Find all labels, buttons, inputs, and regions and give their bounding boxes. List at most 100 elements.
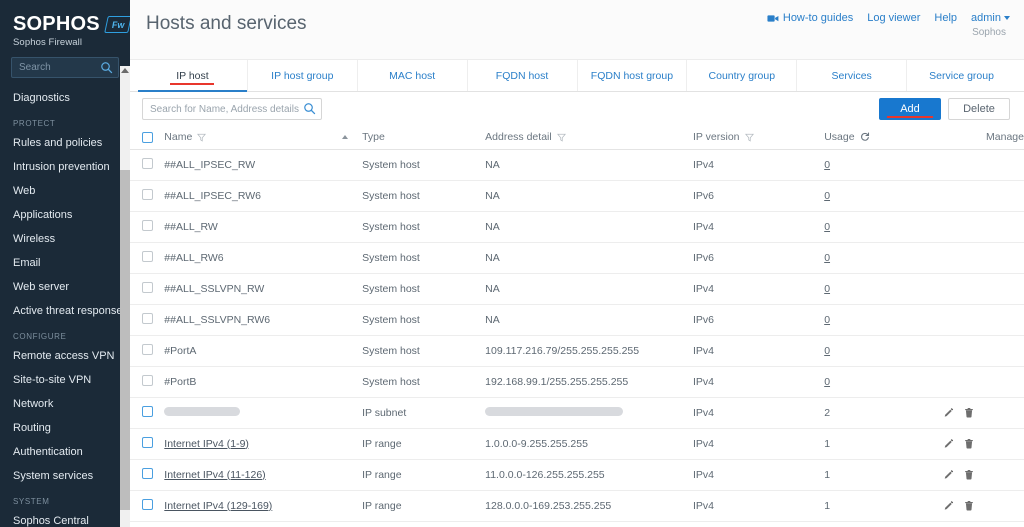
sidebar-item-intrusion-prevention[interactable]: Intrusion prevention [0,155,130,179]
sidebar-item-system-services[interactable]: System services [0,464,130,488]
cell-type: IP range [362,459,486,491]
table-row[interactable]: #PortB System host 192.168.99.1/255.255.25… [130,366,1024,398]
sort-ascending-icon[interactable] [342,135,349,140]
row-checkbox[interactable] [142,374,153,386]
cell-type: IP range [362,428,486,460]
header-link-how-to-guides[interactable]: How-to guides [767,12,853,24]
table-row[interactable]: ##ALL_SSLVPN_RW System host NA IPv4 0 [130,273,1024,305]
table-row[interactable]: Internet IPv4 (129-169) IP range 128.0.0.0… [130,490,1024,522]
tab-fqdn-host-group[interactable]: FQDN host group [578,60,688,91]
row-checkbox[interactable] [142,219,153,231]
usage-value[interactable]: 0 [824,252,830,264]
tab-services[interactable]: Services [797,60,908,91]
row-checkbox[interactable] [142,405,153,417]
table-row[interactable]: ##ALL_RW System host NA IPv4 0 [130,211,1024,243]
usage-value[interactable]: 0 [824,159,830,171]
tab-label: IP host [176,69,209,82]
sidebar-item-label: System services [13,470,94,482]
column-header-usage[interactable]: Usage [824,126,944,150]
host-name[interactable]: Internet IPv4 (1-9) [164,438,249,450]
usage-value[interactable]: 0 [824,376,830,388]
usage-value[interactable]: 0 [824,345,830,357]
table-row[interactable]: Internet IPv4 (1-9) IP range 1.0.0.0-9.255… [130,428,1024,460]
row-checkbox[interactable] [142,467,153,479]
column-header-manage[interactable]: Manage [943,126,1024,150]
sidebar-item-remote-access-vpn[interactable]: Remote access VPN [0,344,130,368]
row-checkbox[interactable] [142,157,153,169]
sidebar-item-diagnostics[interactable]: Diagnostics [0,86,130,110]
sidebar-item-web-server[interactable]: Web server [0,275,130,299]
sidebar-item-sophos-central[interactable]: Sophos Central [0,509,130,527]
cell-usage: 0 [824,335,944,367]
sidebar-scrollbar[interactable] [120,66,130,527]
usage-value[interactable]: 0 [824,221,830,233]
sidebar-item-applications[interactable]: Applications [0,203,130,227]
scroll-up-arrow-icon[interactable] [121,68,129,73]
table-row[interactable]: ##ALL_IPSEC_RW System host NA IPv4 0 [130,149,1024,181]
row-checkbox[interactable] [142,343,153,355]
table-row[interactable]: ##ALL_IPSEC_RW6 System host NA IPv6 0 [130,180,1024,212]
edit-icon[interactable] [943,438,955,450]
usage-value[interactable]: 0 [824,314,830,326]
delete-button[interactable]: Delete [948,98,1010,120]
tab-fqdn-host[interactable]: FQDN host [468,60,578,91]
tab-service-group[interactable]: Service group [907,60,1016,91]
column-header-address[interactable]: Address detail [485,126,694,150]
row-checkbox[interactable] [142,188,153,200]
header-link-admin[interactable]: admin [971,12,1010,24]
table-row[interactable]: Internet IPv4 (11-126) IP range 11.0.0.0-1… [130,459,1024,491]
edit-icon[interactable] [943,500,955,512]
delete-icon[interactable] [963,469,975,481]
column-header-version[interactable]: IP version [693,126,825,150]
column-header-name[interactable]: Name [164,126,363,150]
table-row[interactable]: ##ALL_SSLVPN_RW6 System host NA IPv6 0 [130,304,1024,336]
table-row[interactable]: ##ALL_RW6 System host NA IPv6 0 [130,242,1024,274]
delete-icon[interactable] [963,438,975,450]
host-name[interactable]: Internet IPv4 (129-169) [164,500,272,512]
sidebar-item-web[interactable]: Web [0,179,130,203]
filter-icon[interactable] [744,133,754,142]
host-name: ##ALL_IPSEC_RW [164,158,256,171]
usage-value[interactable]: 0 [824,283,830,295]
sidebar-item-network[interactable]: Network [0,392,130,416]
tab-mac-host[interactable]: MAC host [358,60,468,91]
sidebar-item-site-to-site-vpn[interactable]: Site-to-site VPN [0,368,130,392]
cell-manage [943,273,1024,305]
sidebar-item-email[interactable]: Email [0,251,130,275]
tab-label: IP host group [271,69,334,82]
scrollbar-thumb[interactable] [120,170,130,510]
edit-icon[interactable] [943,469,955,481]
delete-icon[interactable] [963,500,975,512]
add-button[interactable]: Add [879,98,941,120]
tab-label: FQDN host group [590,69,674,82]
table-row[interactable]: IP subnet IPv4 2 [130,397,1024,429]
table-search-input[interactable] [143,103,321,115]
tab-country-group[interactable]: Country group [687,60,798,91]
sidebar-search-box[interactable] [11,57,119,78]
header-link-log-viewer[interactable]: Log viewer [867,12,920,24]
select-all-checkbox[interactable] [142,131,153,143]
sidebar-item-authentication[interactable]: Authentication [0,440,130,464]
delete-icon[interactable] [963,407,975,419]
host-name[interactable]: Internet IPv4 (11-126) [164,469,265,481]
row-checkbox[interactable] [142,498,153,510]
column-header-type[interactable]: Type [362,126,486,150]
sidebar-item-active-threat-response[interactable]: Active threat response [0,299,130,323]
table-row[interactable]: #PortA System host 109.117.216.79/255.255.… [130,335,1024,367]
row-checkbox[interactable] [142,312,153,324]
tab-ip-host-group[interactable]: IP host group [248,60,358,91]
filter-icon[interactable] [197,133,207,142]
sidebar-item-wireless[interactable]: Wireless [0,227,130,251]
edit-icon[interactable] [943,407,955,419]
row-checkbox[interactable] [142,436,153,448]
row-checkbox[interactable] [142,250,153,262]
tab-ip-host[interactable]: IP host [138,60,248,92]
sidebar-item-routing[interactable]: Routing [0,416,130,440]
table-search-box[interactable] [142,98,322,120]
refresh-icon[interactable] [860,132,870,142]
sidebar-item-rules-and-policies[interactable]: Rules and policies [0,131,130,155]
row-checkbox[interactable] [142,281,153,293]
header-link-help[interactable]: Help [934,12,957,24]
usage-value[interactable]: 0 [824,190,830,202]
filter-icon[interactable] [556,133,566,142]
